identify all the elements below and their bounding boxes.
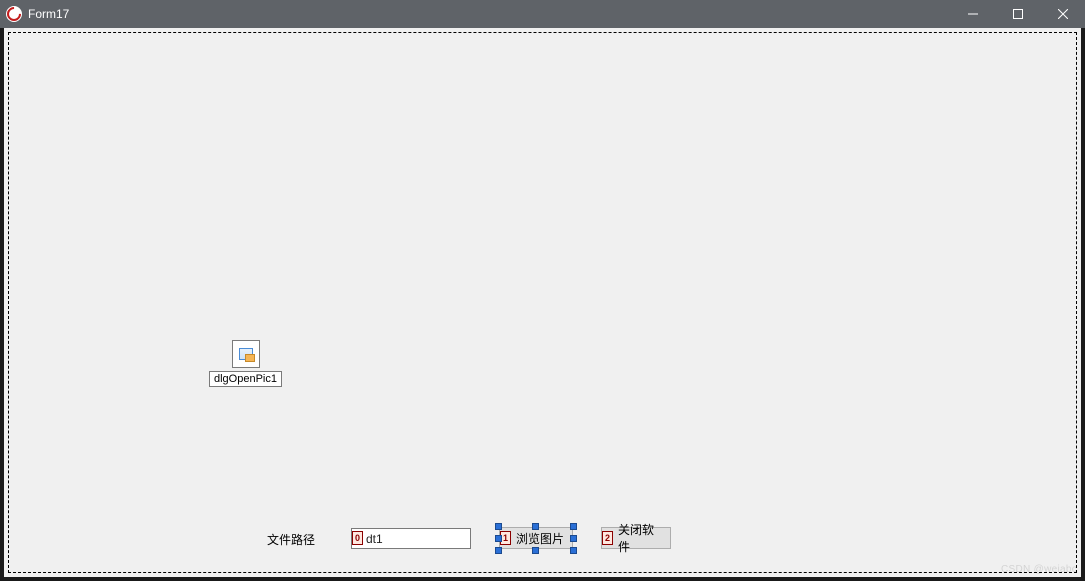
close-button-label: 关闭软件 [618, 521, 664, 555]
selection-handle-top-left[interactable] [495, 523, 502, 530]
tab-order-badge-close: 2 [602, 531, 613, 545]
selection-handle-middle-left[interactable] [495, 535, 502, 542]
selection-handle-top-middle[interactable] [532, 523, 539, 530]
form-design-surface[interactable]: dlgOpenPic1 文件路径 0 1 浏览图片 2 关闭软件 [8, 32, 1077, 573]
window-title: Form17 [28, 7, 69, 21]
watermark: CSDN @weiabc [1001, 564, 1077, 575]
selection-handle-middle-right[interactable] [570, 535, 577, 542]
filepath-edit[interactable] [351, 528, 471, 549]
maximize-icon [1013, 9, 1023, 19]
browse-button-label: 浏览图片 [516, 530, 564, 547]
close-window-button[interactable] [1040, 0, 1085, 28]
designer-window: Form17 dlgOpenPic1 文件路径 0 [0, 0, 1085, 581]
window-controls [950, 0, 1085, 28]
component-caption: dlgOpenPic1 [209, 371, 282, 387]
client-area: dlgOpenPic1 文件路径 0 1 浏览图片 2 关闭软件 CSDN @w [4, 28, 1081, 577]
close-icon [1058, 9, 1068, 19]
open-dialog-icon [232, 340, 260, 368]
minimize-icon [968, 9, 978, 19]
selection-handle-bottom-left[interactable] [495, 547, 502, 554]
tab-order-badge-edit: 0 [352, 531, 363, 545]
open-dialog-component[interactable]: dlgOpenPic1 [209, 340, 282, 387]
selection-handle-bottom-middle[interactable] [532, 547, 539, 554]
titlebar[interactable]: Form17 [0, 0, 1085, 28]
app-icon [6, 6, 22, 22]
selection-handle-top-right[interactable] [570, 523, 577, 530]
maximize-button[interactable] [995, 0, 1040, 28]
folder-dialog-icon [239, 348, 253, 360]
selection-handle-bottom-right[interactable] [570, 547, 577, 554]
filepath-label[interactable]: 文件路径 [267, 531, 315, 548]
minimize-button[interactable] [950, 0, 995, 28]
